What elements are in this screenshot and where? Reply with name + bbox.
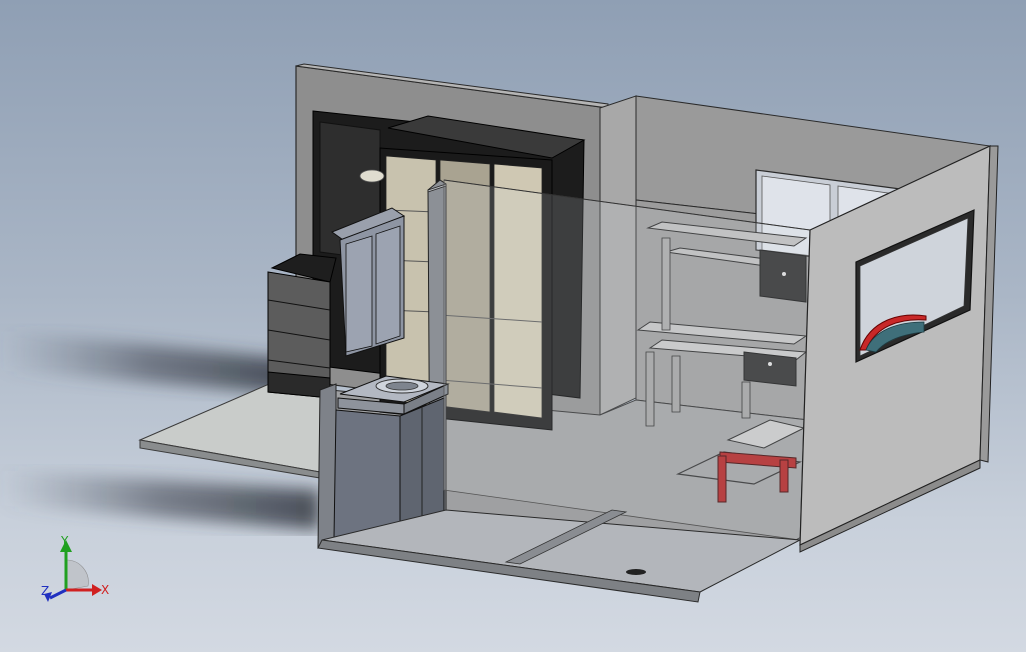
x-axis-label: X xyxy=(101,583,109,597)
triad-plane xyxy=(65,559,89,591)
graphics-area[interactable]: Y X Z xyxy=(0,0,1026,652)
y-axis-label: Y xyxy=(60,534,69,548)
3d-model-view[interactable]: Y X Z xyxy=(0,0,1026,652)
coordinate-triad[interactable]: Y X Z xyxy=(41,534,109,602)
front-glass-wall xyxy=(443,179,811,541)
z-axis-arrow xyxy=(49,588,67,600)
z-axis-label: Z xyxy=(41,584,49,598)
chest-of-drawers xyxy=(267,253,337,399)
